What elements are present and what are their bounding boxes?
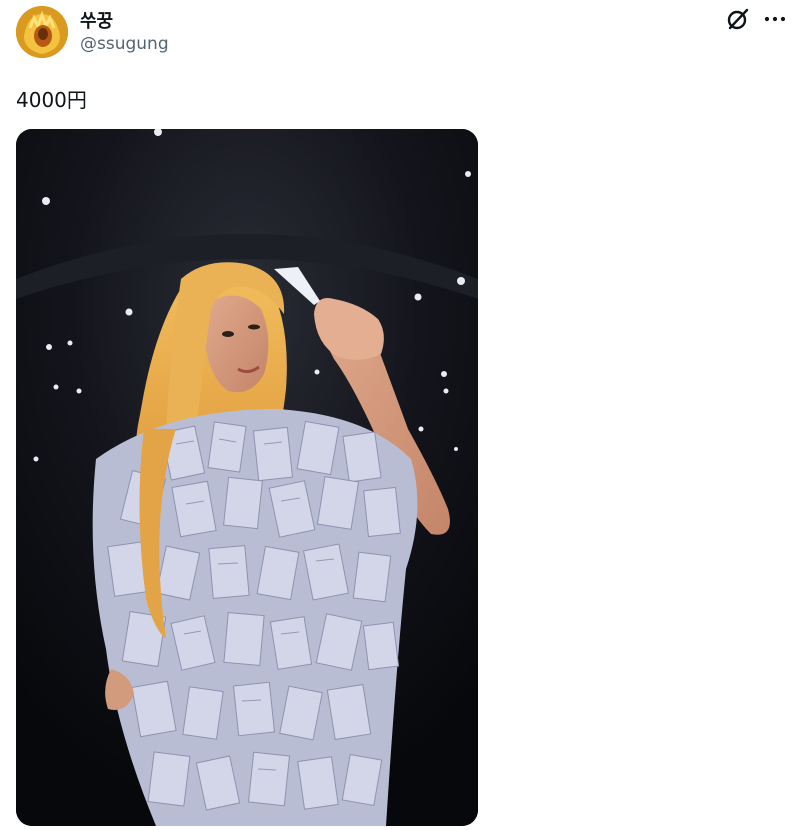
- author-handle[interactable]: @ssugung: [80, 34, 169, 54]
- avatar-image: [16, 6, 68, 58]
- cosplay-photo: [16, 129, 478, 826]
- tweet: 쑤꿍 @ssugung 4000円: [0, 0, 800, 830]
- tweet-text: 4000円: [16, 88, 87, 112]
- tweet-photo[interactable]: [16, 129, 478, 826]
- more-options-button[interactable]: [762, 6, 788, 32]
- author-avatar[interactable]: [16, 6, 68, 58]
- author-display-name[interactable]: 쑤꿍: [80, 7, 113, 33]
- grok-button[interactable]: [725, 6, 751, 32]
- more-options-icon: [764, 16, 786, 22]
- grok-icon: [727, 8, 749, 30]
